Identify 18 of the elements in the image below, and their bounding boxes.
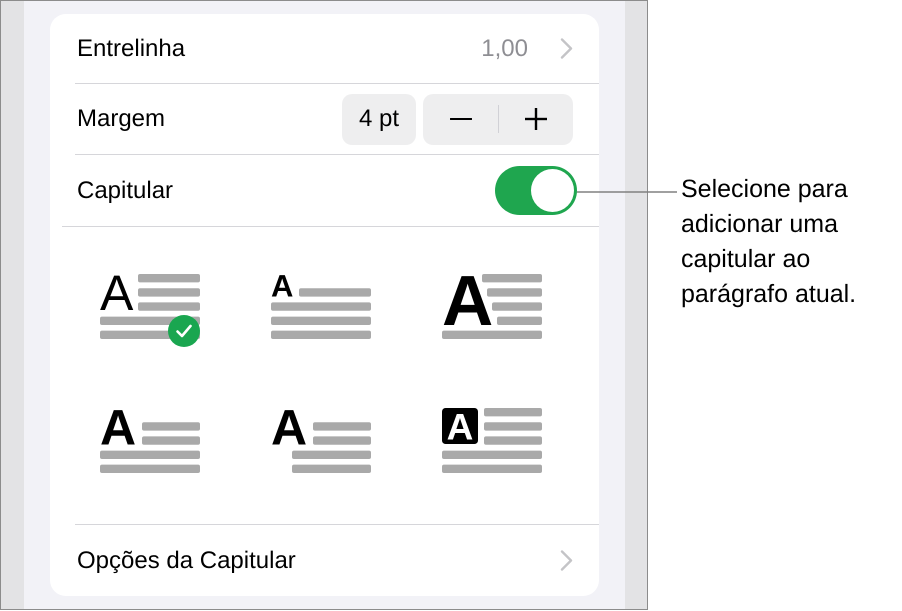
drop-cap-style-option[interactable]: A [271, 274, 371, 339]
plus-icon [524, 108, 546, 130]
setting-label[interactable]: Opções da Capitular [77, 546, 296, 574]
callout-text: Selecione para adicionar uma capitular ao parágrafo atual. [681, 174, 858, 310]
drop-cap-style-option[interactable]: A [100, 408, 200, 473]
drop-cap-style-option[interactable]: A [442, 274, 542, 339]
increment-button[interactable] [498, 94, 573, 144]
checkmark-icon [168, 315, 200, 347]
setting-label[interactable]: Entrelinha [77, 34, 186, 62]
setting-label: Margem [77, 105, 166, 133]
toggle-switch[interactable] [495, 166, 577, 215]
drop-cap-style-option[interactable]: A [442, 408, 542, 473]
value-field[interactable]: 4 pt [342, 94, 416, 144]
chevron-right-icon [560, 550, 573, 571]
drop-cap-style-option[interactable]: A [271, 408, 371, 473]
minus-icon [450, 118, 472, 120]
chevron-right-icon [560, 38, 573, 59]
setting-label: Capitular [77, 176, 174, 204]
